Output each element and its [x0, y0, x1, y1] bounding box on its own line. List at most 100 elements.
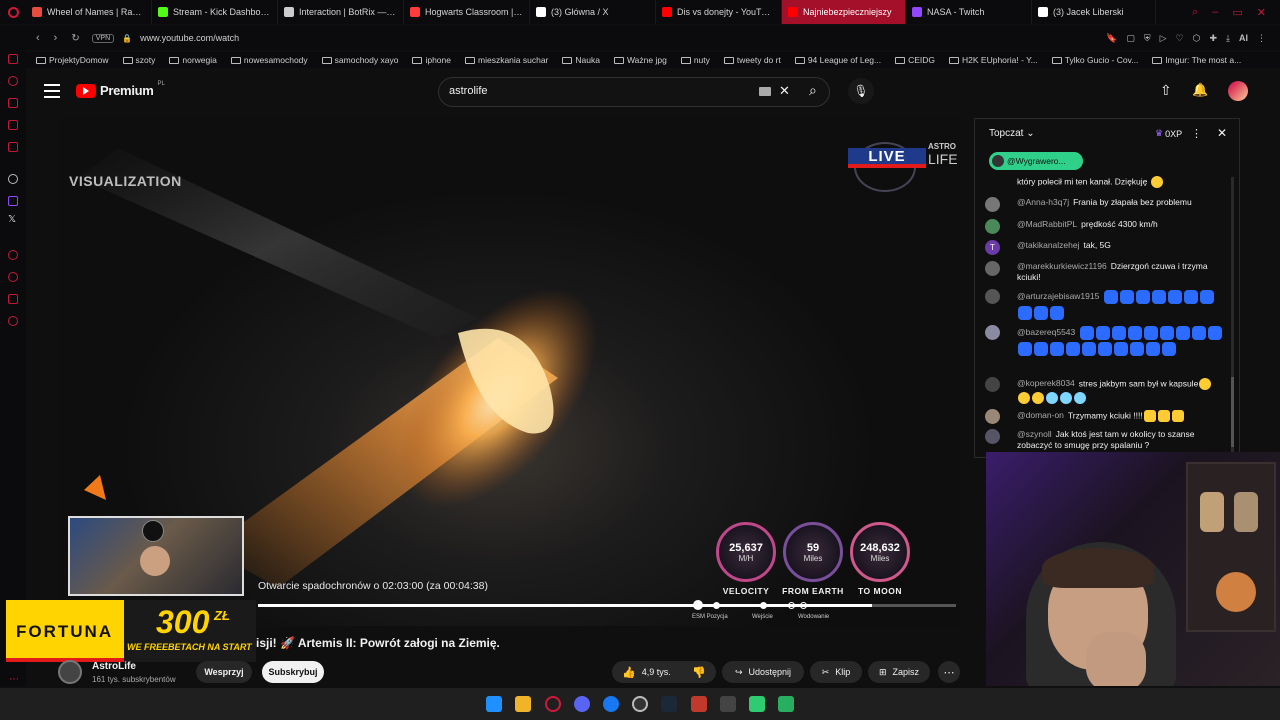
- bookmark-item[interactable]: Nauka: [562, 55, 600, 65]
- browser-tab[interactable]: Stream - Kick Dashboard: [152, 0, 278, 24]
- chat-mode-dropdown[interactable]: Topczat ⌄: [989, 128, 1035, 139]
- like-count[interactable]: 4,9 tys.: [642, 667, 671, 677]
- history-icon[interactable]: [8, 272, 18, 282]
- search-icon[interactable]: ⌕: [809, 82, 817, 99]
- bookmark-item[interactable]: nuty: [680, 55, 710, 65]
- bookmark-item[interactable]: Tylko Gucio - Cov...: [1051, 55, 1138, 65]
- chat-username[interactable]: @koperek8034: [1017, 378, 1075, 388]
- back-icon[interactable]: ‹: [36, 32, 40, 44]
- chat-username[interactable]: @szynoll: [1017, 429, 1052, 439]
- search-bar[interactable]: astrolife ✕ ⌕: [438, 77, 830, 107]
- heart-icon[interactable]: ♡: [1176, 33, 1184, 44]
- bookmark-item[interactable]: szoty: [122, 55, 155, 65]
- chat-menu-icon[interactable]: ⋮: [1191, 127, 1202, 140]
- sidebar-item-icon[interactable]: [8, 250, 18, 260]
- video-player[interactable]: VISUALIZATION LIVE ASTRO LIFE 25,637 M/H V…: [58, 118, 960, 626]
- subscribe-button[interactable]: Subskrybuj: [262, 661, 324, 683]
- vpn-badge[interactable]: VPN: [91, 33, 115, 43]
- close-chat-icon[interactable]: ✕: [1217, 126, 1227, 140]
- menu-icon[interactable]: ⋮: [1257, 33, 1266, 44]
- chat-username[interactable]: @Anna-h3q7j: [1017, 197, 1069, 207]
- sidebar-item-icon[interactable]: [8, 294, 18, 304]
- chat-username[interactable]: @MadRabbitPL: [1017, 219, 1077, 229]
- dislike-icon[interactable]: 👎: [692, 666, 706, 679]
- mic-icon[interactable]: 🎙: [848, 78, 874, 104]
- file-explorer-icon[interactable]: [515, 696, 531, 712]
- steam-icon[interactable]: [661, 696, 677, 712]
- chat-avatar[interactable]: [985, 325, 1000, 340]
- chat-username[interactable]: @arturzajebisaw1915: [1017, 291, 1099, 301]
- avatar[interactable]: [1228, 81, 1248, 101]
- chat-username[interactable]: @takikanalzehej: [1017, 240, 1080, 250]
- hamburger-menu-icon[interactable]: [44, 84, 60, 98]
- maximize-icon[interactable]: ▭: [1232, 6, 1242, 19]
- upload-icon[interactable]: ⇧: [1160, 82, 1172, 99]
- clear-search-icon[interactable]: ✕: [779, 83, 790, 99]
- app-icon[interactable]: [778, 696, 794, 712]
- browser-tab[interactable]: NASA - Twitch: [906, 0, 1032, 24]
- progress-marker[interactable]: [693, 600, 703, 610]
- chat-username[interactable]: @marekkurkiewicz1196: [1017, 261, 1107, 271]
- search-tabs-icon[interactable]: ⌕: [1192, 6, 1198, 19]
- bookmark-item[interactable]: ProjektyDomow: [36, 55, 109, 65]
- share-button[interactable]: ↪ Udostępnij: [722, 661, 804, 683]
- opera-logo-icon[interactable]: [0, 0, 26, 24]
- pinned-user-chip[interactable]: @Wygrawero...: [989, 152, 1083, 170]
- shield-icon[interactable]: ⛨: [1144, 33, 1151, 44]
- browser-tab[interactable]: Najniebezpieczniejszy: [782, 0, 906, 24]
- chat-avatar[interactable]: [985, 377, 1000, 392]
- like-icon[interactable]: 👍: [622, 666, 636, 679]
- bookmark-item[interactable]: Imgur: The most a...: [1152, 55, 1241, 65]
- more-actions-button[interactable]: ⋯: [938, 661, 960, 683]
- x-icon[interactable]: 𝕏: [8, 214, 16, 225]
- reload-icon[interactable]: ↻: [71, 33, 79, 44]
- sidebar-item-icon[interactable]: [8, 54, 18, 64]
- bookmark-item[interactable]: Ważne jpg: [613, 55, 667, 65]
- bookmark-item[interactable]: CEIDG: [895, 55, 935, 65]
- puzzle-icon[interactable]: ✚: [1209, 33, 1217, 44]
- browser-tab[interactable]: (3) Główna / X: [530, 0, 656, 24]
- bookmark-item[interactable]: tweety do rt: [723, 55, 781, 65]
- sidebar-item-icon[interactable]: [8, 76, 18, 86]
- discord-icon[interactable]: [574, 696, 590, 712]
- bookmark-item[interactable]: norwegia: [169, 55, 217, 65]
- browser-tab[interactable]: Wheel of Names | Rando: [26, 0, 152, 24]
- obs-icon[interactable]: [632, 696, 648, 712]
- twitch-icon[interactable]: [8, 196, 18, 206]
- chatgpt-icon[interactable]: [8, 174, 18, 184]
- screenshot-icon[interactable]: ▢: [1126, 33, 1135, 44]
- save-button[interactable]: ⊞ Zapisz: [868, 661, 930, 683]
- shield-app-icon[interactable]: [691, 696, 707, 712]
- xp-badge[interactable]: ♛ 0XP: [1155, 128, 1182, 139]
- bookmark-item[interactable]: 94 League of Leg...: [794, 55, 881, 65]
- chat-avatar[interactable]: [985, 197, 1000, 212]
- bookmark-item[interactable]: samochody xayo: [321, 55, 398, 65]
- more-icon[interactable]: ⋯: [9, 674, 19, 685]
- opera-icon[interactable]: [545, 696, 561, 712]
- clip-button[interactable]: ✂ Klip: [810, 661, 862, 683]
- chat-username[interactable]: @bazereq5543: [1017, 327, 1075, 337]
- bookmark-item[interactable]: iphone: [412, 55, 451, 65]
- play-icon[interactable]: ▷: [1160, 33, 1167, 44]
- app-icon[interactable]: [749, 696, 765, 712]
- extensions-icon[interactable]: ⬡: [1193, 33, 1201, 44]
- fortuna-ad-banner[interactable]: FORTUNA 300 ZŁ WE FREEBETACH NA START: [6, 600, 256, 662]
- close-window-icon[interactable]: ✕: [1257, 6, 1266, 19]
- windows-start-icon[interactable]: [486, 696, 502, 712]
- chat-avatar[interactable]: [985, 429, 1000, 444]
- chat-username[interactable]: @doman-on: [1017, 410, 1064, 420]
- chat-avatar[interactable]: [985, 219, 1000, 234]
- browser-tab[interactable]: Hogwarts Classroom | Ha: [404, 0, 530, 24]
- search-input[interactable]: astrolife: [449, 85, 488, 97]
- chat-avatar[interactable]: [985, 261, 1000, 276]
- facebook-icon[interactable]: [603, 696, 619, 712]
- terminal-icon[interactable]: [720, 696, 736, 712]
- progress-track[interactable]: [258, 604, 956, 607]
- bookmark-icon[interactable]: 🔖: [1106, 33, 1117, 44]
- sidebar-item-icon[interactable]: [8, 142, 18, 152]
- bookmark-item[interactable]: H2K EUphoria! - Y...: [949, 55, 1038, 65]
- chat-avatar[interactable]: T: [985, 240, 1000, 255]
- chat-avatar[interactable]: [985, 409, 1000, 424]
- settings-icon[interactable]: [8, 316, 18, 326]
- forward-icon[interactable]: ›: [54, 32, 58, 44]
